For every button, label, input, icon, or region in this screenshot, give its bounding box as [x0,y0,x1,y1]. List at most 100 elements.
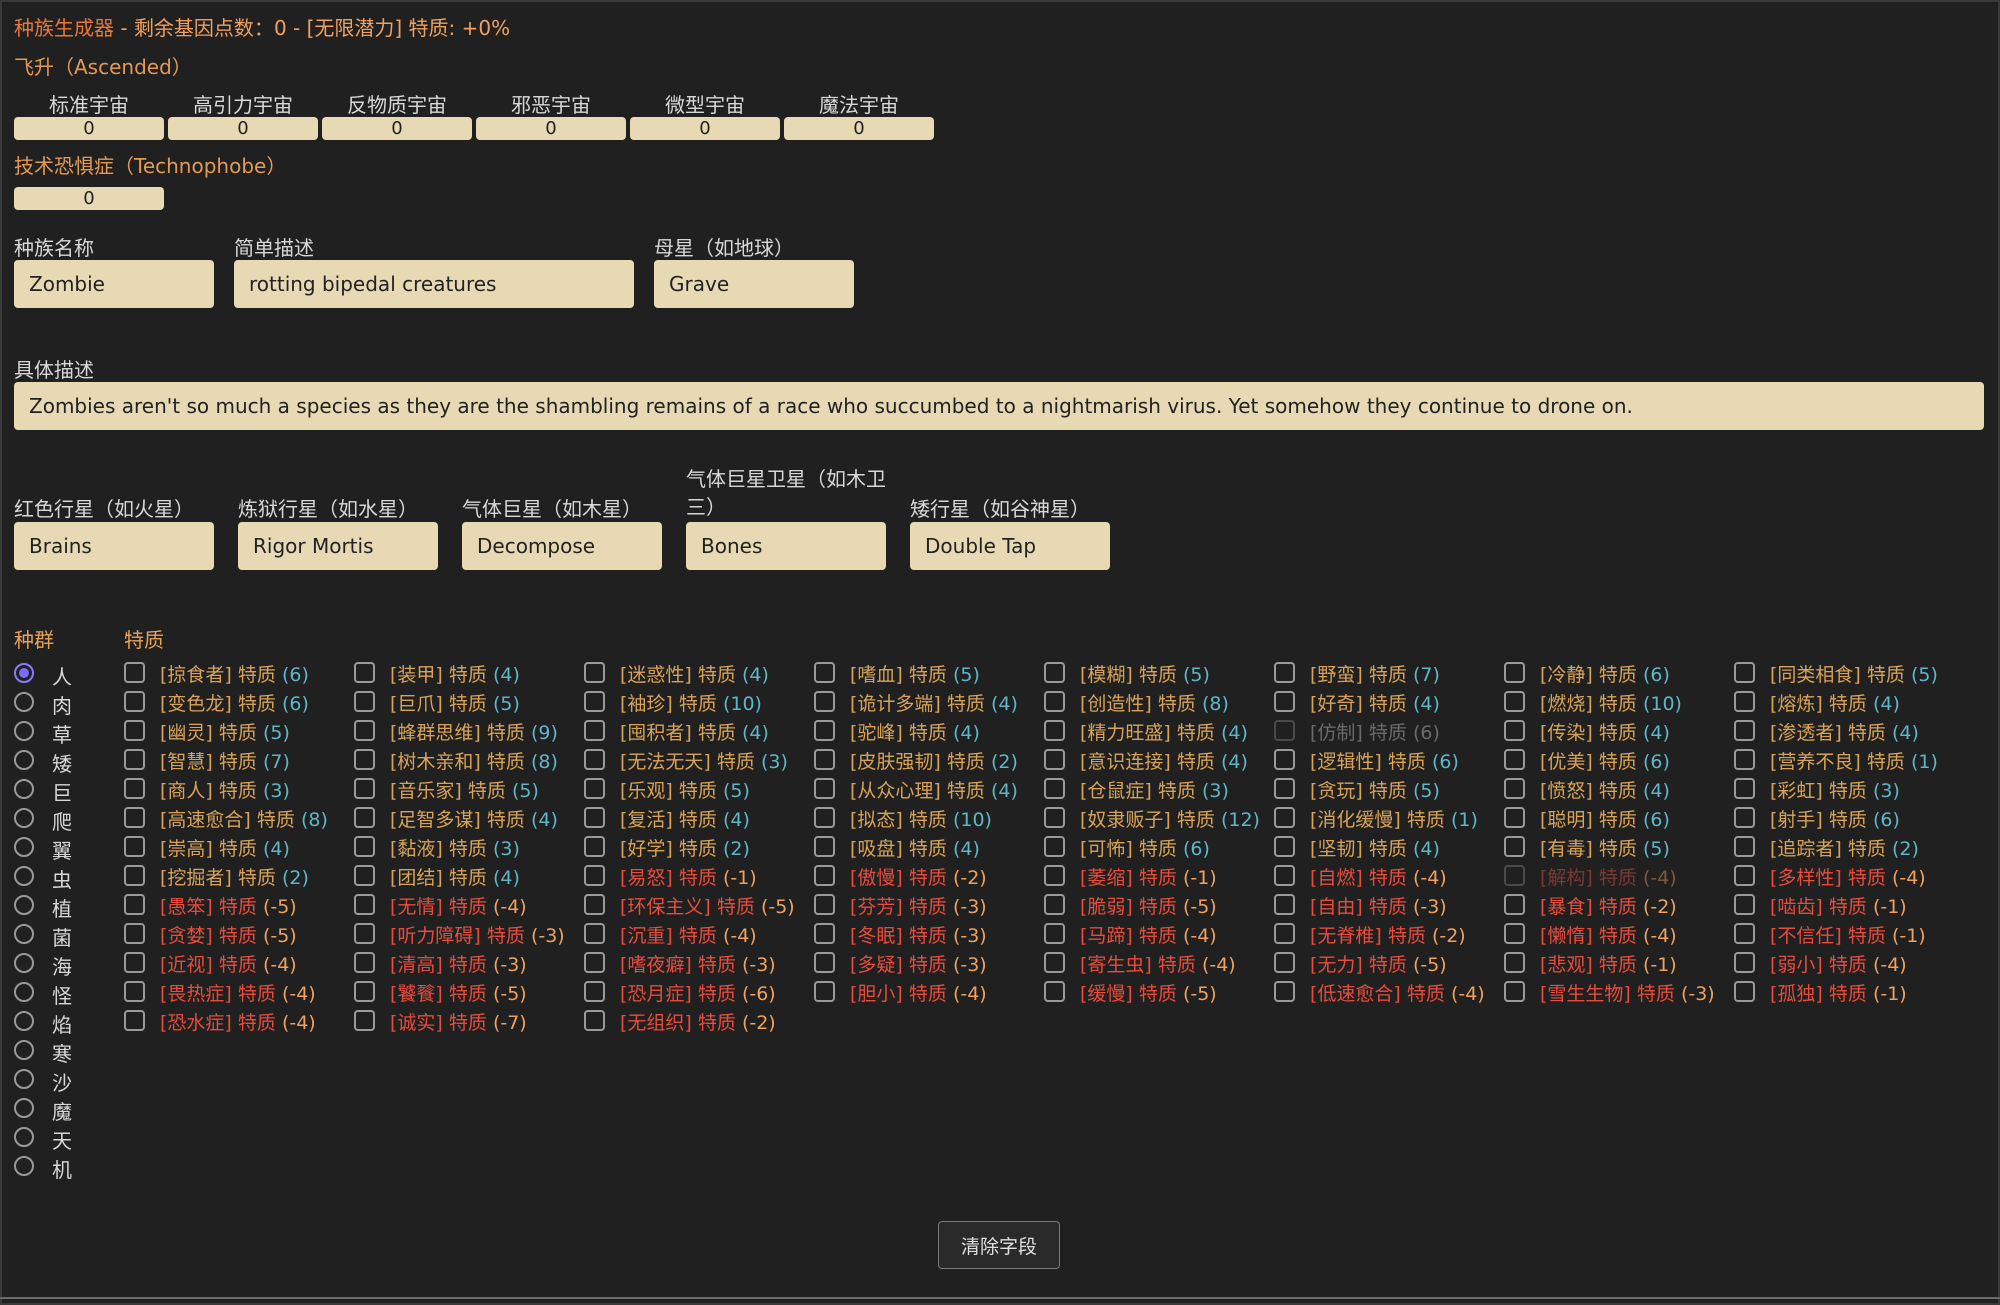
genus-option[interactable]: 爬 [14,806,84,834]
genus-option[interactable]: 焰 [14,1009,84,1037]
trait-checkbox[interactable] [584,749,605,770]
trait-checkbox[interactable] [1044,662,1065,683]
hell-planet-input[interactable]: Rigor Mortis [238,522,438,570]
trait-checkbox[interactable] [814,807,835,828]
trait-checkbox[interactable] [1734,894,1755,915]
gas-moon-input[interactable]: Bones [686,522,886,570]
trait-checkbox[interactable] [124,923,145,944]
trait-checkbox[interactable] [1504,778,1525,799]
radio-button[interactable] [14,982,34,1002]
dwarf-planet-input[interactable]: Double Tap [910,522,1110,570]
trait-checkbox[interactable] [1044,894,1065,915]
radio-button[interactable] [14,953,34,973]
trait-checkbox[interactable] [1504,807,1525,828]
trait-checkbox[interactable] [1044,952,1065,973]
trait-checkbox[interactable] [584,894,605,915]
trait-checkbox[interactable] [1504,923,1525,944]
trait-checkbox[interactable] [124,662,145,683]
genus-option[interactable]: 菌 [14,922,84,950]
trait-checkbox[interactable] [1274,807,1295,828]
trait-checkbox[interactable] [124,865,145,886]
trait-checkbox[interactable] [814,981,835,1002]
radio-button[interactable] [14,779,34,799]
trait-checkbox[interactable] [1274,836,1295,857]
trait-checkbox[interactable] [814,778,835,799]
home-planet-input[interactable]: Grave [654,260,854,308]
trait-checkbox[interactable] [124,807,145,828]
trait-checkbox[interactable] [124,720,145,741]
trait-checkbox[interactable] [1504,981,1525,1002]
radio-button[interactable] [14,1098,34,1118]
trait-checkbox[interactable] [354,778,375,799]
trait-checkbox[interactable] [814,749,835,770]
trait-checkbox[interactable] [814,865,835,886]
radio-button[interactable] [14,837,34,857]
genus-option[interactable]: 人 [14,661,84,689]
short-desc-input[interactable]: rotting bipedal creatures [234,260,634,308]
trait-checkbox[interactable] [354,720,375,741]
genus-option[interactable]: 寒 [14,1038,84,1066]
trait-checkbox[interactable] [1044,981,1065,1002]
trait-checkbox[interactable] [124,981,145,1002]
gas-giant-input[interactable]: Decompose [462,522,662,570]
trait-checkbox[interactable] [124,894,145,915]
radio-button[interactable] [14,692,34,712]
radio-button[interactable] [14,1040,34,1060]
trait-checkbox[interactable] [354,923,375,944]
trait-checkbox[interactable] [1504,836,1525,857]
trait-checkbox[interactable] [354,981,375,1002]
trait-checkbox[interactable] [1044,807,1065,828]
trait-checkbox[interactable] [814,894,835,915]
trait-checkbox[interactable] [814,662,835,683]
trait-checkbox[interactable] [1274,981,1295,1002]
genus-option[interactable]: 翼 [14,835,84,863]
trait-checkbox[interactable] [354,894,375,915]
radio-button[interactable] [14,750,34,770]
species-name-input[interactable]: Zombie [14,260,214,308]
trait-checkbox[interactable] [1044,778,1065,799]
trait-checkbox[interactable] [1734,865,1755,886]
radio-button[interactable] [14,1127,34,1147]
genus-option[interactable]: 海 [14,951,84,979]
trait-checkbox[interactable] [814,836,835,857]
trait-checkbox[interactable] [1504,662,1525,683]
radio-button[interactable] [14,663,34,683]
radio-button[interactable] [14,1156,34,1176]
trait-checkbox[interactable] [124,952,145,973]
trait-checkbox[interactable] [1504,691,1525,712]
trait-checkbox[interactable] [124,836,145,857]
trait-checkbox[interactable] [1044,923,1065,944]
trait-checkbox[interactable] [1504,749,1525,770]
trait-checkbox[interactable] [814,720,835,741]
trait-checkbox[interactable] [584,952,605,973]
trait-checkbox[interactable] [1734,720,1755,741]
trait-checkbox[interactable] [354,807,375,828]
trait-checkbox[interactable] [584,981,605,1002]
trait-checkbox[interactable] [1274,923,1295,944]
trait-checkbox[interactable] [1274,662,1295,683]
clear-fields-button[interactable]: 清除字段 [938,1221,1060,1269]
radio-button[interactable] [14,866,34,886]
trait-checkbox[interactable] [354,865,375,886]
trait-checkbox[interactable] [1274,778,1295,799]
radio-button[interactable] [14,1011,34,1031]
trait-checkbox[interactable] [1044,749,1065,770]
trait-checkbox[interactable] [1734,836,1755,857]
trait-checkbox[interactable] [584,1010,605,1031]
radio-button[interactable] [14,924,34,944]
trait-checkbox[interactable] [1734,749,1755,770]
trait-checkbox[interactable] [1274,894,1295,915]
radio-button[interactable] [14,895,34,915]
trait-checkbox[interactable] [1734,923,1755,944]
trait-checkbox[interactable] [1044,865,1065,886]
genus-option[interactable]: 肉 [14,690,84,718]
trait-checkbox[interactable] [1734,778,1755,799]
genus-option[interactable]: 天 [14,1125,84,1153]
trait-checkbox[interactable] [124,778,145,799]
genus-option[interactable]: 虫 [14,864,84,892]
genus-option[interactable]: 机 [14,1154,84,1182]
trait-checkbox[interactable] [584,720,605,741]
red-planet-input[interactable]: Brains [14,522,214,570]
trait-checkbox[interactable] [814,952,835,973]
trait-checkbox[interactable] [1044,691,1065,712]
